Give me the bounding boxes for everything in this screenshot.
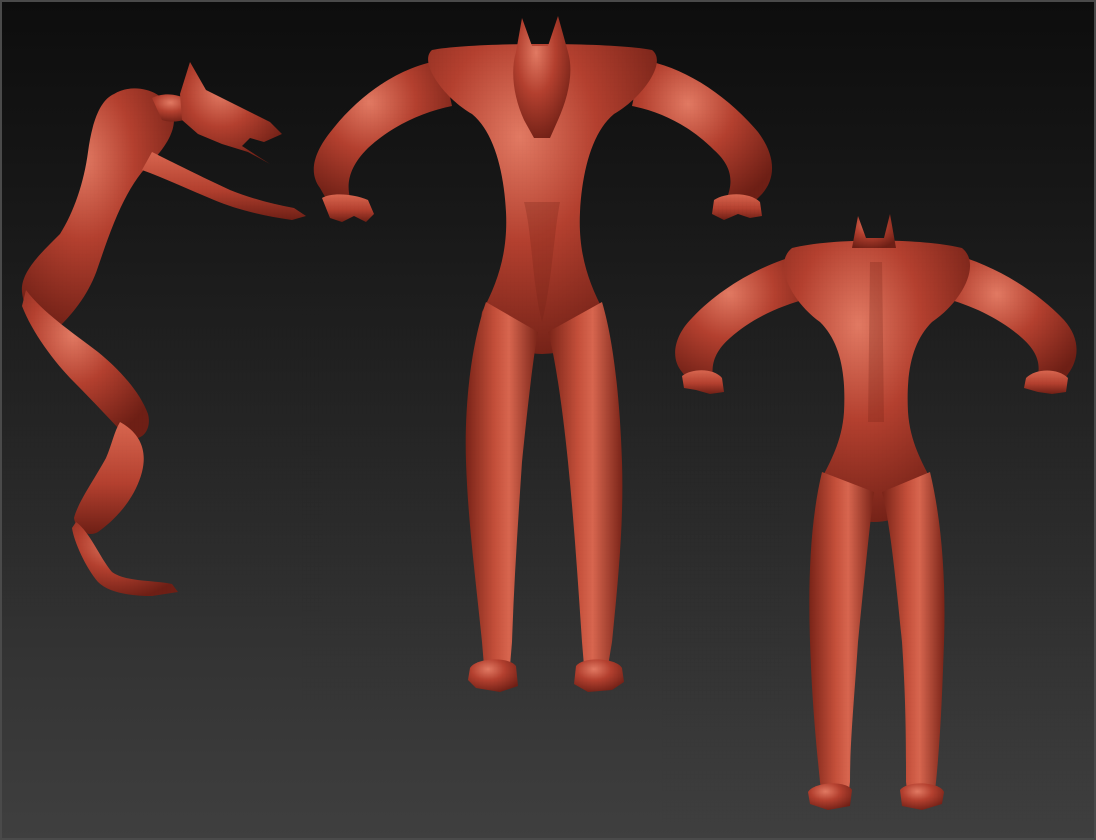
front-right-foot [574, 659, 624, 692]
side-arm [142, 152, 306, 220]
back-left-foot [808, 783, 852, 810]
front-right-hand [712, 194, 762, 220]
side-thigh [22, 290, 149, 439]
back-spine [868, 262, 884, 422]
front-right-arm [632, 60, 773, 206]
front-left-arm [313, 60, 452, 202]
back-right-foot [900, 783, 944, 810]
side-shin [74, 422, 144, 535]
front-right-leg [548, 302, 623, 666]
front-left-hand [322, 194, 374, 222]
back-right-hand [1024, 370, 1068, 394]
back-view-model[interactable] [662, 202, 1092, 822]
side-view-model[interactable] [2, 52, 322, 612]
side-torso [21, 88, 174, 326]
back-left-hand [682, 370, 724, 394]
back-left-leg [809, 472, 874, 798]
sculpt-canvas[interactable] [2, 2, 1096, 840]
back-head [852, 214, 896, 248]
side-head [180, 62, 282, 164]
front-left-foot [468, 659, 518, 692]
back-right-leg [882, 472, 945, 798]
sculpt-viewport[interactable] [0, 0, 1096, 840]
front-left-leg [465, 302, 538, 666]
